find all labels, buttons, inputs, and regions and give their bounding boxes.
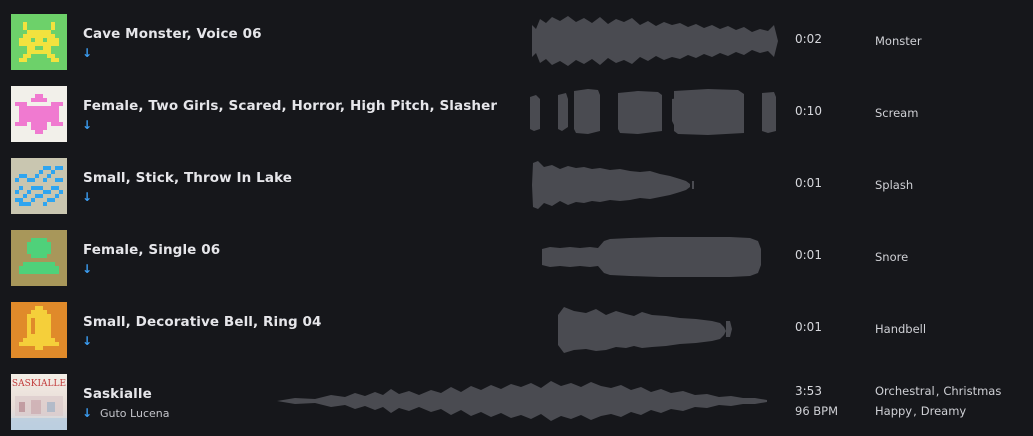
arrow-down-icon[interactable]: ↓ — [82, 334, 94, 348]
album-cover[interactable]: SASKIALLE — [11, 374, 67, 430]
track-tags: Scream — [875, 106, 918, 120]
waveform[interactable] — [540, 229, 765, 285]
track-list: Cave Monster, Voice 06 ↓ 0:02 Monster Fe… — [0, 0, 1033, 436]
track-tags: Splash — [875, 178, 913, 192]
waveform[interactable] — [528, 85, 780, 141]
scream-artwork[interactable] — [11, 86, 67, 142]
tag-link[interactable]: Orchestral — [875, 384, 935, 398]
track-title[interactable]: Female, Two Girls, Scared, Horror, High … — [83, 98, 497, 114]
arrow-down-icon[interactable]: ↓ — [82, 118, 94, 132]
tag-link[interactable]: Scream — [875, 106, 918, 120]
tag-separator: , — [935, 384, 940, 398]
arrow-down-icon[interactable]: ↓ — [82, 190, 94, 204]
artist-name[interactable]: Guto Lucena — [100, 407, 169, 420]
track-duration: 3:53 — [795, 384, 822, 398]
bell-artwork[interactable] — [11, 302, 67, 358]
track-title[interactable]: Small, Stick, Throw In Lake — [83, 170, 292, 186]
tag-link[interactable]: Snore — [875, 250, 908, 264]
monster-artwork[interactable] — [11, 14, 67, 70]
splash-artwork[interactable] — [11, 158, 67, 214]
track-duration: 0:01 — [795, 320, 822, 334]
download-button[interactable]: ↓ — [82, 118, 94, 132]
track-row[interactable]: SASKIALLE Saskialle ↓ Guto Lucena 3:53 9… — [0, 363, 1033, 435]
download-button[interactable]: ↓ — [82, 190, 94, 204]
track-duration: 0:02 — [795, 32, 822, 46]
track-row[interactable]: Cave Monster, Voice 06 ↓ 0:02 Monster — [0, 3, 1033, 75]
waveform[interactable] — [530, 157, 700, 213]
track-row[interactable]: Female, Single 06 ↓ 0:01 Snore — [0, 219, 1033, 291]
arrow-down-icon[interactable]: ↓ — [82, 406, 94, 420]
download-button[interactable]: ↓ Guto Lucena — [82, 406, 169, 420]
track-duration: 0:01 — [795, 176, 822, 190]
cover-title-text: SASKIALLE — [12, 379, 66, 389]
track-duration: 0:10 — [795, 104, 822, 118]
track-tags: Orchestral, Christmas — [875, 384, 1001, 398]
download-button[interactable]: ↓ — [82, 262, 94, 276]
track-title[interactable]: Saskialle — [83, 386, 152, 402]
person-artwork[interactable] — [11, 230, 67, 286]
tag-link[interactable]: Christmas — [943, 384, 1001, 398]
track-mood-tags: Happy, Dreamy — [875, 404, 966, 418]
waveform[interactable] — [275, 373, 770, 429]
track-title[interactable]: Small, Decorative Bell, Ring 04 — [83, 314, 322, 330]
track-row[interactable]: Female, Two Girls, Scared, Horror, High … — [0, 75, 1033, 147]
tag-link[interactable]: Happy — [875, 404, 912, 418]
waveform[interactable] — [530, 13, 780, 69]
track-row[interactable]: Small, Stick, Throw In Lake ↓ 0:01 Splas… — [0, 147, 1033, 219]
track-tags: Monster — [875, 34, 922, 48]
waveform[interactable] — [556, 301, 736, 357]
track-tags: Snore — [875, 250, 908, 264]
tag-link[interactable]: Splash — [875, 178, 913, 192]
track-title[interactable]: Cave Monster, Voice 06 — [83, 26, 262, 42]
download-button[interactable]: ↓ — [82, 46, 94, 60]
download-button[interactable]: ↓ — [82, 334, 94, 348]
arrow-down-icon[interactable]: ↓ — [82, 46, 94, 60]
track-row[interactable]: Small, Decorative Bell, Ring 04 ↓ 0:01 H… — [0, 291, 1033, 363]
track-duration: 0:01 — [795, 248, 822, 262]
arrow-down-icon[interactable]: ↓ — [82, 262, 94, 276]
tag-link[interactable]: Dreamy — [921, 404, 966, 418]
track-title[interactable]: Female, Single 06 — [83, 242, 220, 258]
tag-separator: , — [913, 404, 917, 418]
track-tags: Handbell — [875, 322, 926, 336]
track-bpm: 96 BPM — [795, 404, 839, 418]
tag-link[interactable]: Handbell — [875, 322, 926, 336]
tag-link[interactable]: Monster — [875, 34, 922, 48]
